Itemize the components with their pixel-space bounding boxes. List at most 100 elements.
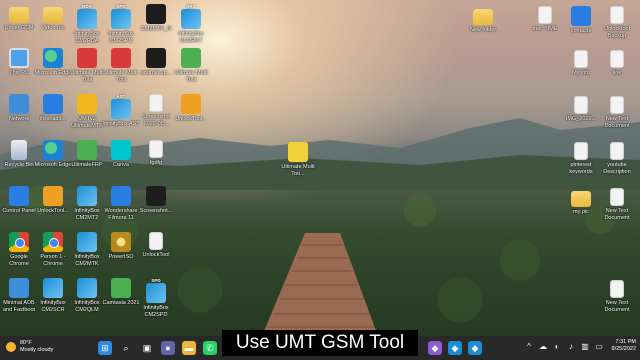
sound-icon[interactable]: ♪ (567, 342, 576, 351)
shortcut-label: Microsoft Edge (34, 70, 72, 76)
desktop-shortcut[interactable]: ifixshadd... (34, 94, 72, 123)
network-icon (9, 94, 29, 114)
desktop-shortcut[interactable]: Microsoft Edge (34, 140, 72, 169)
desktop-shortcut[interactable]: New Text Document (598, 188, 636, 221)
shortcut-label: CM2MTK_N (140, 26, 172, 32)
shortcut-label: Screenshot... (139, 208, 173, 214)
shortcut-label: InfinityBox CM2MT2 (74, 208, 100, 221)
desktop-shortcut[interactable]: My info (562, 50, 600, 77)
desktop-shortcut[interactable]: Ultimate Multi Tool (172, 48, 210, 83)
chat-icon[interactable]: ● (161, 341, 175, 355)
desktop-shortcut[interactable]: contacts (562, 6, 600, 35)
desktop-shortcut[interactable]: Umair GSM (0, 4, 38, 32)
desktop-shortcut[interactable]: pinterest keywords (562, 142, 600, 175)
desktop-shortcut[interactable]: Google Chrome (0, 232, 38, 267)
app-icon (146, 48, 166, 68)
folder-icon (473, 9, 493, 25)
shortcut-label: InfinityBox AST (102, 121, 140, 127)
task-view-icon[interactable]: ▣ (140, 341, 154, 355)
poweriso-icon (111, 232, 131, 252)
desktop-shortcut[interactable]: Person 1 - Chrome (34, 232, 72, 267)
desktop-shortcut[interactable]: InfinityBox CM2MT2 (68, 186, 106, 221)
desktop-shortcut[interactable]: New Text Document (598, 280, 636, 313)
desktop-shortcut[interactable]: Canva (102, 140, 140, 169)
video-caption: Use UMT GSM Tool (222, 330, 418, 356)
desktop-shortcut[interactable]: New folder (464, 6, 502, 34)
desktop-shortcut[interactable]: Camtasia 2021 (102, 278, 140, 307)
desktop-shortcut[interactable]: Recycle Bin (0, 140, 38, 169)
shortcut-label: Ultimate Multi Tool (104, 70, 138, 83)
desktop-shortcut[interactable]: RDA InfinityBox CM2RDA (68, 4, 106, 44)
infinitybox-icon[interactable]: ◆ (448, 341, 462, 355)
desktop-shortcut[interactable]: SPD InfinityBox CM2SPD (102, 4, 140, 44)
ultimate-multi-tool-icon (288, 142, 308, 162)
network-icon[interactable]: ▥ (581, 342, 590, 351)
desktop-shortcut[interactable]: UltimateFRP (68, 140, 106, 169)
desktop-shortcut[interactable]: Control Panel (0, 186, 38, 215)
shortcut-label: My info (572, 70, 590, 76)
desktop-shortcut[interactable]: InfinityBox CM2MTK (68, 232, 106, 267)
desktop-shortcut[interactable]: Microsoft Edge (34, 48, 72, 77)
desktop-shortcut[interactable]: Wondershare Filmora 11 (102, 186, 140, 221)
shortcut-tag: RDA (82, 4, 92, 9)
whatsapp-icon[interactable]: ✆ (203, 341, 217, 355)
desktop-shortcut[interactable]: Network (0, 94, 38, 123)
desktop-shortcut[interactable]: UnlockTool... (172, 94, 210, 123)
desktop-shortcut[interactable]: Ultimate Multi Tool (102, 48, 140, 83)
desktop-shortcut[interactable]: link (598, 50, 636, 77)
desktop-shortcut[interactable]: CM2MTK_N (137, 4, 175, 33)
desktop-shortcut[interactable]: RKT InfinityBox CM2RKT (172, 4, 210, 44)
desktop-shortcut[interactable]: SPD InfinityBox CM2SPD (137, 278, 175, 318)
desktop-shortcut[interactable]: mac TIME (526, 6, 564, 33)
desktop-shortcut[interactable]: InfinityBox CM2QLM (68, 278, 106, 313)
screenshot-icon (146, 186, 166, 206)
desktop-shortcut[interactable]: This PC (0, 48, 38, 77)
desktop-shortcut[interactable]: Screenshot 2022-08... (137, 94, 175, 127)
desktop-shortcut[interactable]: UMTv2 UltimateMTK (68, 94, 106, 129)
desktop-shortcut[interactable]: AST InfinityBox AST (102, 94, 140, 128)
desktop-shortcut[interactable]: youtube Description (598, 142, 636, 175)
shortcut-label: Screenshot 2022-08... (142, 114, 170, 127)
app-purple-icon[interactable]: ◆ (428, 341, 442, 355)
shortcut-label: New folder (469, 27, 497, 33)
desktop-shortcut[interactable]: UnlockTool... (34, 186, 72, 215)
edge-icon (43, 140, 63, 160)
desktop-shortcut[interactable]: Screenshot... (137, 186, 175, 215)
shortcut-label: Ultimate Multi Tool (174, 70, 208, 83)
shortcut-label: Recycle Bin (4, 162, 34, 168)
clock[interactable]: 7:31 PM 8/25/2022 (612, 339, 636, 353)
desktop-shortcut[interactable]: UnlockTool (137, 232, 175, 259)
desktop-shortcut[interactable]: Video rec (34, 4, 72, 32)
desktop-shortcut[interactable]: PowerISO (102, 232, 140, 261)
desktop-shortcut[interactable]: Unlocktool Backup (598, 6, 636, 39)
shortcut-label: pinterest keywords (569, 162, 593, 175)
chevron-up-icon[interactable]: ^ (525, 342, 534, 351)
infinitybox-icon (181, 9, 201, 29)
tray-app-icon[interactable]: ◐ (553, 342, 562, 351)
file-explorer-icon[interactable]: ▬ (182, 341, 196, 355)
desktop-shortcut[interactable]: fgdfg (137, 140, 175, 167)
desktop-shortcut[interactable]: Minimal ADB and Fastboot (0, 278, 38, 313)
infinitybox-icon (111, 99, 131, 119)
desktop-shortcut[interactable]: Ultimate Multi Tool (68, 48, 106, 83)
infinitybox-icon[interactable]: ◆ (468, 341, 482, 355)
weather-widget[interactable]: 80°F Mostly cloudy (6, 340, 53, 354)
taskbar-pinned-apps-right: ◆ ◆ ◆ (428, 341, 482, 355)
desktop-shortcut[interactable]: InfinityBox CM2SCR (34, 278, 72, 313)
desktop-shortcut[interactable]: New Text Document (598, 96, 636, 129)
desktop-shortcut[interactable]: IMG_2022... (562, 96, 600, 123)
search-icon[interactable]: ⌕ (119, 341, 133, 355)
weather-desc: Mostly cloudy (20, 347, 54, 353)
desktop-shortcut[interactable]: my pic (562, 188, 600, 216)
camtasia-icon (111, 278, 131, 298)
onedrive-icon[interactable]: ☁ (539, 342, 548, 351)
shortcut-label: New Text Document (604, 208, 630, 221)
desktop-shortcut[interactable]: android-sp... (137, 48, 175, 77)
start-icon[interactable]: ⊞ (98, 341, 112, 355)
infinitybox-icon (77, 278, 97, 298)
shortcut-label: New Text Document (604, 116, 630, 129)
desktop-shortcut[interactable]: Ultimate Multi Too... (279, 142, 317, 177)
battery-icon[interactable]: ▭ (595, 342, 604, 351)
infinitybox-icon (77, 232, 97, 252)
this-pc-icon (9, 48, 29, 68)
